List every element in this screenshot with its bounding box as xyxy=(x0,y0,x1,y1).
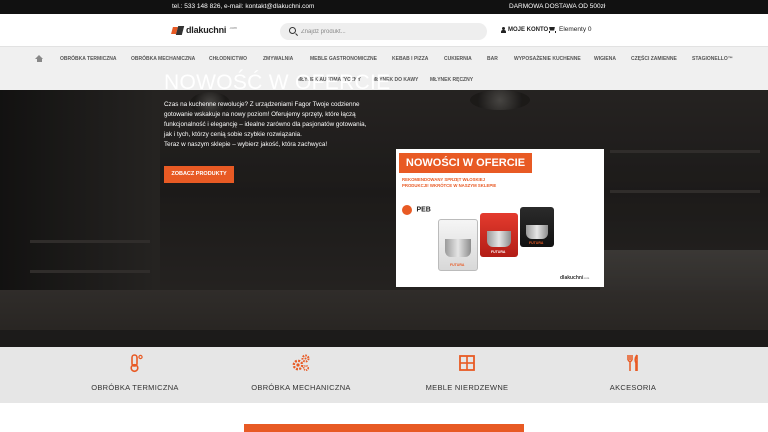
category-label: AKCESORIA xyxy=(609,383,657,392)
nav-item-obrobka-mechaniczna[interactable]: OBRÓBKA MECHANICZNA xyxy=(131,56,195,62)
hero-title: NOWOŚĆ W OFERCIE xyxy=(164,71,391,94)
nav-item-cukiernia[interactable]: CUKIERNIA xyxy=(444,56,472,62)
promo-footer-logo-text: dlakuchni xyxy=(560,275,584,281)
nav-item-bar[interactable]: BAR xyxy=(487,56,498,62)
mixer-bowl xyxy=(445,239,471,257)
nav-item-meble-gastronomiczne[interactable]: MEBLE GASTRONOMICZNE xyxy=(310,56,377,62)
category-label: OBRÓBKA TERMICZNA xyxy=(91,383,179,392)
account-label: MOJE KONTO xyxy=(508,27,549,33)
site-logo[interactable]: dlakuchni .com xyxy=(171,25,237,35)
category-label: MEBLE NIERDZEWNE xyxy=(425,383,509,392)
promo-banner[interactable]: NOWOŚCI W OFERCIE REKOMENDOWANY SPRZĘT W… xyxy=(396,149,604,287)
my-account-link[interactable]: MOJE KONTO xyxy=(501,27,548,33)
mixer-black: FUTURA xyxy=(520,207,554,247)
mixer-red: FUTURA xyxy=(480,213,518,257)
nav-item-wyposazenie-kuchenne[interactable]: WYPOSAŻENIE KUCHENNE xyxy=(514,56,581,62)
category-meble-nierdzewne[interactable]: MEBLE NIERDZEWNE xyxy=(397,347,537,403)
search-icon[interactable] xyxy=(289,27,296,34)
see-products-button[interactable]: ZOBACZ PRODUKTY xyxy=(164,166,234,183)
section-divider-bar xyxy=(244,424,524,432)
promo-footer-logo-tld: .com xyxy=(583,277,590,280)
peb-gear-icon xyxy=(402,204,412,215)
hero-description: Czas na kuchenne rewolucje? Z urządzenia… xyxy=(164,100,376,150)
nav-item-wigiena[interactable]: WIGIENA xyxy=(594,56,616,62)
nav-item-mlynek-reczny[interactable]: MŁYNEK RĘCZNY xyxy=(430,77,473,83)
search-bar[interactable] xyxy=(280,23,487,40)
logo-text: dlakuchni xyxy=(186,25,227,35)
mixer-tag: FUTURA xyxy=(491,250,506,254)
logo-icon xyxy=(171,25,185,35)
mixer-tag: FUTURA xyxy=(529,241,544,245)
peb-brand: PEB xyxy=(416,206,431,214)
promo-line-1: REKOMENDOWANY SPRZĘT WŁOSKIEJ xyxy=(402,177,486,182)
promo-line-2: PRODUKCJI! WKRÓTCE W NASZYM SKLEPIE xyxy=(402,183,497,188)
mixer-tag: FUTURA xyxy=(450,263,465,267)
cart-link[interactable]: Elementy 0 xyxy=(548,26,592,33)
user-icon xyxy=(501,27,506,33)
top-bar: tel.: 533 148 826, e-mail: kontakt@dlaku… xyxy=(0,0,768,14)
cabinet-icon xyxy=(459,355,475,371)
promo-title: NOWOŚCI W OFERCIE xyxy=(399,153,532,173)
hero-cta-line: Teraz w naszym sklepie – wybierz jakość,… xyxy=(164,141,328,148)
category-strip: OBRÓBKA TERMICZNA OBRÓBKA MECHANICZNA ME… xyxy=(0,347,768,403)
category-obrobka-mechaniczna[interactable]: OBRÓBKA MECHANICZNA xyxy=(231,347,371,403)
cutlery-icon xyxy=(627,354,638,371)
nav-item-obrobka-termiczna[interactable]: OBRÓBKA TERMICZNA xyxy=(60,56,116,62)
cart-label: Elementy 0 xyxy=(559,26,592,33)
hero-overlay xyxy=(0,90,768,347)
logo-tld: .com xyxy=(229,26,237,30)
search-input[interactable] xyxy=(301,25,481,38)
nav-item-zmywalnia[interactable]: ZMYWALNIA xyxy=(263,56,293,62)
gears-icon xyxy=(292,354,310,372)
promo-footer-logo: dlakuchni.com xyxy=(560,275,589,281)
mixer-white: FUTURA xyxy=(438,219,478,271)
nav-item-chlodnictwo[interactable]: CHŁODNICTWO xyxy=(209,56,247,62)
category-label: OBRÓBKA MECHANICZNA xyxy=(251,383,351,392)
hero-paragraph: Czas na kuchenne rewolucje? Z urządzenia… xyxy=(164,101,367,138)
home-icon[interactable] xyxy=(35,55,43,62)
category-obrobka-termiczna[interactable]: OBRÓBKA TERMICZNA xyxy=(65,347,205,403)
thermometer-icon xyxy=(130,354,143,373)
nav-item-stagionello[interactable]: STAGIONELLO™ xyxy=(692,56,733,62)
site-header: dlakuchni .com MOJE KONTO Elementy 0 xyxy=(0,14,768,46)
category-akcesoria[interactable]: AKCESORIA xyxy=(563,347,703,403)
free-shipping-note: DARMOWA DOSTAWA OD 500zł xyxy=(509,3,606,10)
peb-logo: PEB xyxy=(402,201,431,219)
nav-item-kebab-i-pizza[interactable]: KEBAB I PIZZA xyxy=(392,56,428,62)
nav-item-czesci-zamienne[interactable]: CZĘŚCI ZAMIENNE xyxy=(631,56,677,62)
contact-info[interactable]: tel.: 533 148 826, e-mail: kontakt@dlaku… xyxy=(172,3,314,10)
cart-icon xyxy=(548,27,556,33)
mixer-bowl xyxy=(487,231,511,247)
hero-banner xyxy=(0,90,768,347)
mixer-bowl xyxy=(526,225,548,239)
